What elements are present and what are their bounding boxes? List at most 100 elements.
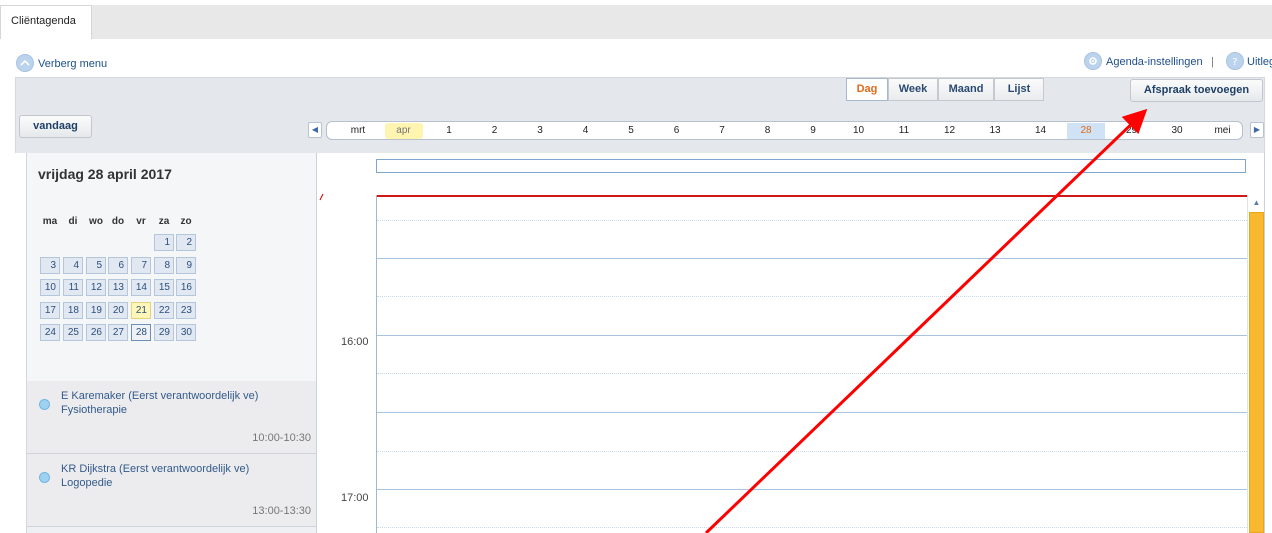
calendar-day[interactable]: 20 xyxy=(108,301,128,319)
date-item[interactable]: 1 xyxy=(430,123,468,139)
tab-strip xyxy=(0,5,1272,39)
grid-line xyxy=(377,296,1247,297)
date-item[interactable]: 30 xyxy=(1158,123,1196,139)
date-navigation-bar: mrt apr 1 2 3 4 5 6 7 8 9 10 11 12 13 14 28 29 30 mei xyxy=(326,121,1243,140)
add-appointment-button[interactable]: Afspraak toevoegen xyxy=(1130,79,1263,102)
date-item[interactable]: 13 xyxy=(976,123,1014,139)
calendar-day[interactable]: 16 xyxy=(176,279,196,296)
help-link[interactable]: Uitleg xyxy=(1247,56,1272,68)
date-item[interactable]: apr xyxy=(384,123,423,139)
weekday-label: vr xyxy=(136,216,146,227)
weekday-label: zo xyxy=(180,216,192,227)
grid-line xyxy=(377,258,1247,259)
calendar-day[interactable]: 17 xyxy=(40,301,60,319)
calendar-day[interactable]: 2 xyxy=(176,234,196,251)
current-time-marker xyxy=(319,193,324,201)
calendar-day[interactable]: 11 xyxy=(63,279,83,296)
date-item[interactable]: 8 xyxy=(749,123,787,139)
date-item[interactable]: 2 xyxy=(476,123,514,139)
weekday-label: ma xyxy=(42,216,58,227)
calendar-day[interactable]: 1 xyxy=(154,234,174,251)
date-item[interactable]: 28 xyxy=(1067,123,1105,139)
grid-line xyxy=(377,412,1247,413)
view-month-button[interactable]: Maand xyxy=(938,78,994,101)
hide-menu-link[interactable]: Verberg menu xyxy=(38,58,107,70)
calendar-day[interactable]: 25 xyxy=(63,324,83,341)
time-label-1700: 17:00 xyxy=(341,492,369,504)
calendar-day[interactable]: 10 xyxy=(40,279,60,296)
calendar-day[interactable]: 21 xyxy=(131,301,151,319)
calendar-day[interactable]: 3 xyxy=(40,256,60,274)
calendar-day[interactable]: 12 xyxy=(86,279,106,296)
date-item[interactable]: 14 xyxy=(1022,123,1060,139)
date-item[interactable]: 7 xyxy=(703,123,741,139)
date-item[interactable]: mei xyxy=(1204,123,1242,139)
date-item[interactable]: 29 xyxy=(1113,123,1151,139)
calendar-day[interactable]: 29 xyxy=(154,324,174,341)
tab-clientagenda[interactable]: Cliëntagenda xyxy=(0,5,92,39)
calendar-day[interactable]: 24 xyxy=(40,324,60,341)
calendar-day[interactable]: 9 xyxy=(176,256,196,274)
view-week-button[interactable]: Week xyxy=(888,78,938,101)
grid-line xyxy=(377,451,1247,452)
calendar-day[interactable]: 28 xyxy=(131,324,151,341)
toolbar-panel xyxy=(15,77,1265,153)
status-dot-icon xyxy=(39,399,50,410)
calendar-day[interactable]: 26 xyxy=(86,324,106,341)
date-item[interactable]: 10 xyxy=(840,123,878,139)
date-item[interactable]: 3 xyxy=(521,123,559,139)
scroll-up-icon[interactable]: ▲ xyxy=(1249,195,1264,210)
calendar-day[interactable]: 15 xyxy=(154,279,174,296)
date-item[interactable]: 11 xyxy=(885,123,923,139)
date-item[interactable]: 12 xyxy=(931,123,969,139)
gear-icon[interactable] xyxy=(1084,52,1102,70)
calendar-day[interactable]: 22 xyxy=(154,301,174,319)
grid-line xyxy=(377,373,1247,374)
date-item[interactable]: mrt xyxy=(339,123,377,139)
calendar-day[interactable]: 23 xyxy=(176,301,196,319)
agenda-settings-link[interactable]: Agenda-instellingen xyxy=(1106,56,1203,68)
calendar-day[interactable]: 7 xyxy=(131,256,151,274)
prev-period-button[interactable]: ◀ xyxy=(308,122,322,138)
calendar-day[interactable]: 8 xyxy=(154,256,174,274)
time-grid[interactable] xyxy=(376,195,1247,533)
svg-text:?: ? xyxy=(1232,57,1237,67)
scrollbar-thumb[interactable] xyxy=(1249,212,1264,533)
menu-toggle-icon[interactable] xyxy=(16,54,34,72)
appointment-type: Logopedie xyxy=(61,477,113,489)
view-day-button[interactable]: Dag xyxy=(846,78,888,101)
all-day-row[interactable] xyxy=(376,159,1246,173)
vertical-scrollbar[interactable]: ▲ xyxy=(1247,195,1264,533)
calendar-day[interactable]: 13 xyxy=(108,279,128,296)
calendar-day[interactable]: 19 xyxy=(86,301,106,319)
weekday-label: do xyxy=(111,216,125,227)
question-icon[interactable]: ? xyxy=(1226,52,1244,70)
status-dot-icon xyxy=(39,472,50,483)
tab-bar: Cliëntagenda xyxy=(0,0,1272,39)
view-list-button[interactable]: Lijst xyxy=(994,78,1044,101)
calendar-day[interactable]: 18 xyxy=(63,301,83,319)
menu-separator: | xyxy=(1211,56,1214,68)
calendar-day[interactable]: 4 xyxy=(63,256,83,274)
date-item[interactable]: 9 xyxy=(794,123,832,139)
menu-row: Verberg menu Agenda-instellingen | ? Uit… xyxy=(0,50,1272,76)
date-item[interactable]: 5 xyxy=(612,123,650,139)
grid-line xyxy=(377,527,1247,528)
current-time-line xyxy=(377,195,1247,197)
date-item[interactable]: 4 xyxy=(567,123,605,139)
appointment-type: Fysiotherapie xyxy=(61,404,128,416)
weekday-label: za xyxy=(158,216,170,227)
today-button[interactable]: vandaag xyxy=(19,115,92,138)
appointment-item[interactable]: E Karemaker (Eerst verantwoordelijk ve) F… xyxy=(27,381,317,454)
calendar-day[interactable]: 30 xyxy=(176,324,196,341)
appointment-item[interactable]: KR Dijkstra (Eerst verantwoordelijk ve) L… xyxy=(27,454,317,527)
appointment-name: E Karemaker (Eerst verantwoordelijk ve) xyxy=(61,390,259,402)
next-period-button[interactable]: ▶ xyxy=(1250,122,1264,138)
calendar-day[interactable]: 6 xyxy=(108,256,128,274)
mini-calendar: vrijdag 28 april 2017 ma di wo do vr za zo 123… xyxy=(27,153,317,381)
calendar-day[interactable]: 5 xyxy=(86,256,106,274)
weekday-label: di xyxy=(68,216,78,227)
calendar-day[interactable]: 27 xyxy=(108,324,128,341)
calendar-day[interactable]: 14 xyxy=(131,279,151,296)
date-item[interactable]: 6 xyxy=(658,123,696,139)
